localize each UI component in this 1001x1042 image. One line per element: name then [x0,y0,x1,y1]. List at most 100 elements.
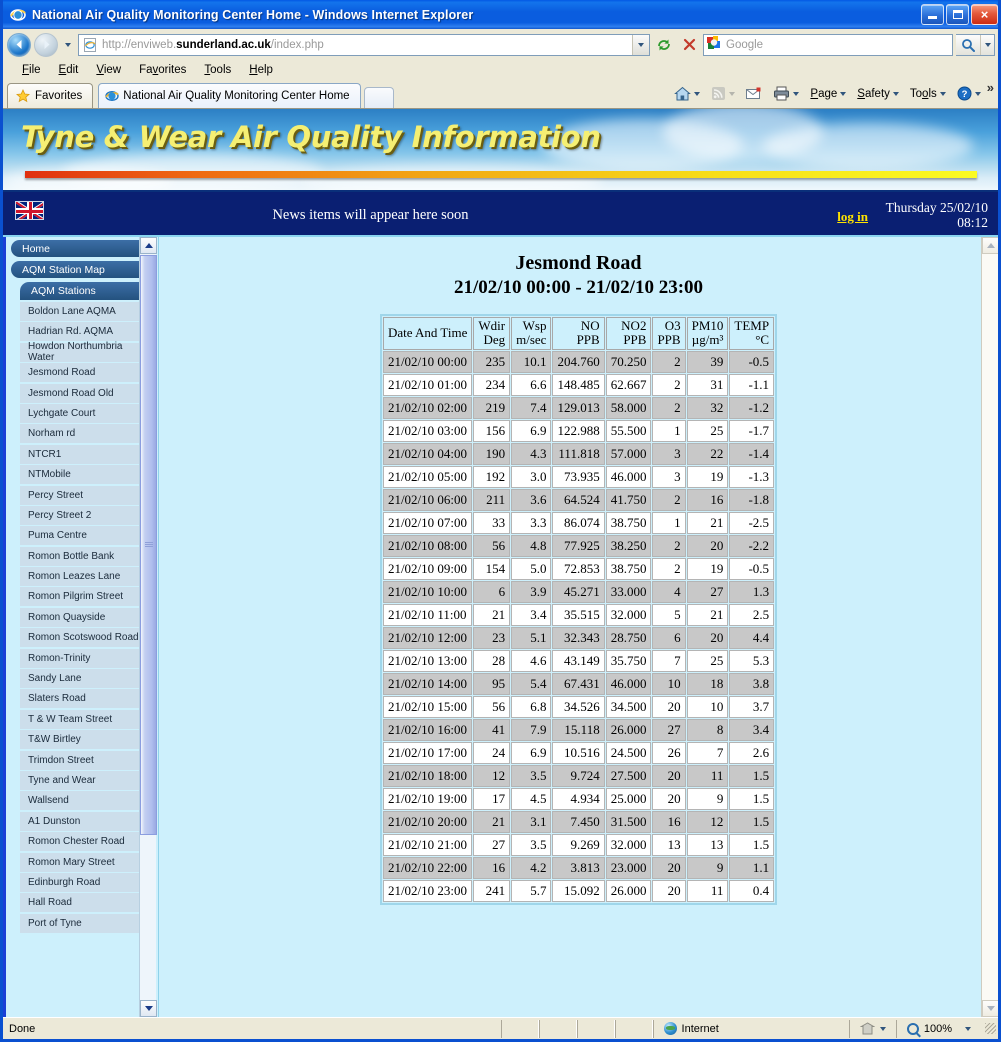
menu-help[interactable]: Help [240,62,282,78]
menu-tools[interactable]: Tools [195,62,240,78]
menu-file[interactable]: File [13,62,50,78]
sidebar-station-item[interactable]: Percy Street [20,486,149,505]
toolbar-overflow-button[interactable]: » [987,80,994,95]
sidebar-station-item[interactable]: Jesmond Road [20,363,149,382]
sidebar-item-home[interactable]: Home [11,240,149,257]
internet-globe-icon [664,1022,677,1035]
search-box[interactable]: Google [703,34,953,56]
mail-button[interactable] [741,85,767,103]
cell-value: 17 [473,788,510,810]
sidebar-station-item[interactable]: Wallsend [20,791,149,810]
cell-value: 15.118 [552,719,604,741]
back-button[interactable] [7,33,31,57]
sidebar-scrollbar[interactable] [139,237,156,1017]
page-scroll-down-button[interactable] [982,1000,998,1017]
sidebar-station-item[interactable]: Trimdon Street [20,751,149,770]
sidebar-station-item[interactable]: Jesmond Road Old [20,384,149,403]
address-dropdown-button[interactable] [632,35,649,55]
page-scrollbar[interactable] [981,237,998,1017]
cell-value: -1.4 [729,443,774,465]
favorites-button[interactable]: Favorites [7,83,93,108]
sidebar-station-item[interactable]: Romon Leazes Lane [20,567,149,586]
tab-active[interactable]: National Air Quality Monitoring Center H… [98,83,360,108]
sidebar-item-label: AQM Station Map [22,264,105,276]
cell-value: 3.7 [729,696,774,718]
table-row: 21/02/10 07:00333.386.07438.750121-2.5 [383,512,774,534]
sidebar-station-item[interactable]: Lychgate Court [20,404,149,423]
cell-value: -2.2 [729,535,774,557]
login-link[interactable]: log in [837,209,868,225]
safety-menu-button[interactable]: Safety [852,86,904,102]
sidebar-station-item[interactable]: Romon Quayside [20,608,149,627]
stop-button[interactable] [678,34,700,56]
menu-edit[interactable]: Edit [50,62,88,78]
sidebar-station-item[interactable]: T&W Birtley [20,730,149,749]
table-row: 21/02/10 18:00123.59.72427.50020111.5 [383,765,774,787]
zoom-control[interactable]: 100% [896,1020,981,1038]
sidebar-station-item[interactable]: Port of Tyne [20,914,149,933]
sidebar-station-item[interactable]: Howdon Northumbria Water [20,343,149,362]
sidebar-station-item[interactable]: Romon Scotswood Road [20,628,149,647]
cell-value: 27.500 [606,765,652,787]
cell-value: 25.000 [606,788,652,810]
cell-value: 10.1 [511,351,551,373]
browser-window: National Air Quality Monitoring Center H… [0,0,1001,1042]
sidebar-station-item[interactable]: T & W Team Street [20,710,149,729]
minimize-button[interactable] [921,4,944,25]
page-scroll-up-button[interactable] [982,237,998,254]
cell-value: 4.6 [511,650,551,672]
sidebar-station-item[interactable]: NTMobile [20,465,149,484]
sidebar-station-item[interactable]: Romon-Trinity [20,649,149,668]
search-go-button[interactable] [956,35,980,55]
sidebar-station-item[interactable]: Puma Centre [20,526,149,545]
sidebar-station-item[interactable]: Edinburgh Road [20,873,149,892]
cell-datetime: 21/02/10 14:00 [383,673,472,695]
sidebar-station-item[interactable]: Hadrian Rd. AQMA [20,322,149,341]
sidebar-station-item[interactable]: Romon Pilgrim Street [20,587,149,606]
sidebar-station-item[interactable]: Slaters Road [20,689,149,708]
home-button[interactable] [669,84,705,104]
sidebar-station-item[interactable]: Tyne and Wear [20,771,149,790]
search-provider-dropdown[interactable] [980,35,994,55]
cell-datetime: 21/02/10 03:00 [383,420,472,442]
sidebar-item-aqm-station-map[interactable]: AQM Station Map [11,261,149,278]
sidebar-station-label: Sandy Lane [28,673,81,684]
sidebar-station-item[interactable]: Sandy Lane [20,669,149,688]
sidebar-scroll-thumb[interactable] [140,255,157,835]
maximize-button[interactable] [946,4,969,25]
table-row: 21/02/10 14:00955.467.43146.00010183.8 [383,673,774,695]
cell-value: 3.0 [511,466,551,488]
print-button[interactable] [768,84,804,103]
table-row: 21/02/10 09:001545.072.85338.750219-0.5 [383,558,774,580]
sidebar-station-item[interactable]: A1 Dunston [20,812,149,831]
new-tab-button[interactable] [364,87,394,108]
sidebar-group-header[interactable]: AQM Stations [20,282,149,300]
menu-view[interactable]: View [87,62,130,78]
sidebar-station-item[interactable]: Romon Chester Road [20,832,149,851]
refresh-button[interactable] [653,34,675,56]
close-button[interactable]: × [971,4,998,25]
cell-value: 8 [687,719,729,741]
recent-pages-dropdown[interactable] [61,43,75,47]
sidebar-station-item[interactable]: Boldon Lane AQMA [20,302,149,321]
sidebar-station-item[interactable]: NTCR1 [20,445,149,464]
cell-value: 4 [652,581,685,603]
address-bar[interactable]: http://enviweb.sunderland.ac.uk/index.ph… [78,34,650,56]
help-menu-button[interactable]: ? [952,84,986,103]
sidebar-station-item[interactable]: Romon Mary Street [20,853,149,872]
sidebar-scroll-up-button[interactable] [140,237,157,254]
menu-favorites[interactable]: Favorites [130,62,195,78]
tools-menu-button[interactable]: Tools [905,86,951,102]
cell-value: -1.7 [729,420,774,442]
security-zone[interactable]: Internet [653,1020,729,1038]
page-menu-button[interactable]: Page [805,86,851,102]
forward-button[interactable] [34,33,58,57]
sidebar-station-item[interactable]: Norham rd [20,424,149,443]
sidebar-station-item[interactable]: Romon Bottle Bank [20,547,149,566]
sidebar-scroll-down-button[interactable] [140,1000,157,1017]
feeds-button[interactable] [706,84,740,103]
sidebar-station-item[interactable]: Percy Street 2 [20,506,149,525]
resize-grip[interactable] [985,1023,996,1034]
sidebar-station-item[interactable]: Hall Road [20,893,149,912]
protected-mode-indicator[interactable] [849,1020,896,1038]
